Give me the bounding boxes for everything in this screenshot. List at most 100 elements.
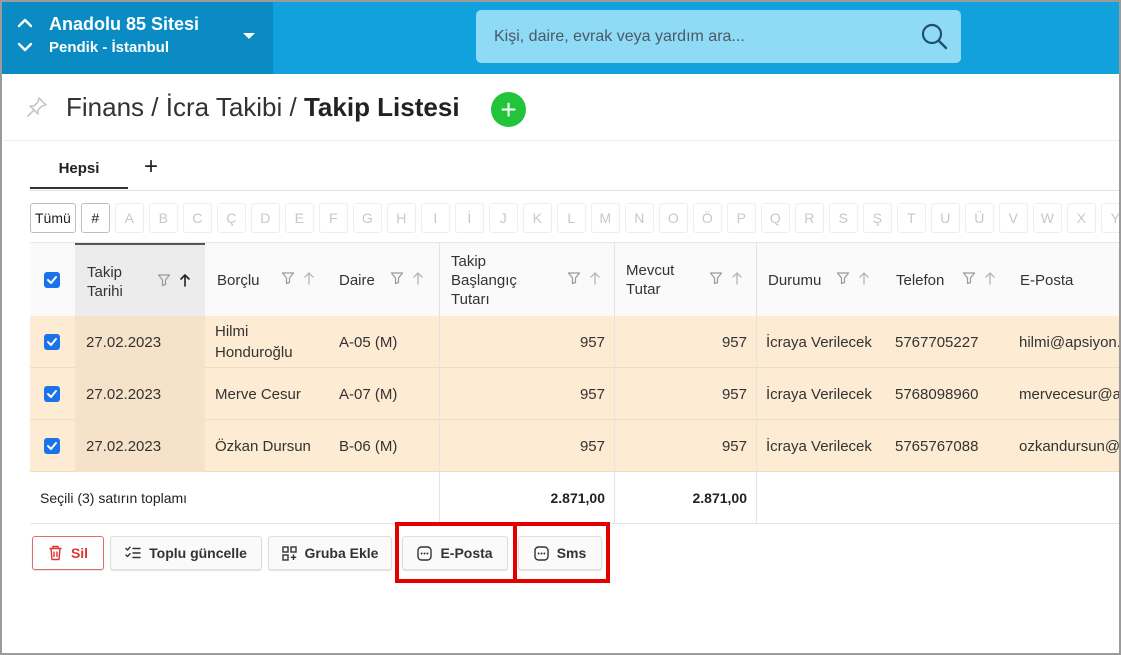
sort-asc-icon[interactable]: [179, 273, 191, 287]
filter-hash-button[interactable]: #: [80, 203, 110, 233]
filter-letter-button[interactable]: D: [250, 203, 280, 233]
group-add-icon: [281, 545, 297, 561]
filter-letter-button[interactable]: O: [658, 203, 688, 233]
cell-takip-tarihi: 27.02.2023: [86, 385, 162, 403]
column-borclu[interactable]: Borçlu: [205, 243, 327, 317]
sort-icon[interactable]: [412, 271, 424, 285]
sort-icon[interactable]: [858, 271, 870, 285]
filter-letter-button[interactable]: V: [998, 203, 1028, 233]
cell-daire[interactable]: A-07 (M): [339, 368, 434, 420]
sms-button[interactable]: Sms: [518, 536, 602, 570]
filter-letter-button[interactable]: Y: [1100, 203, 1119, 233]
filter-letter-button[interactable]: M: [590, 203, 620, 233]
cell-daire[interactable]: B-06 (M): [339, 420, 434, 472]
select-all-checkbox[interactable]: [44, 272, 60, 288]
sort-icon[interactable]: [984, 271, 996, 285]
filter-letter-button[interactable]: E: [284, 203, 314, 233]
breadcrumb-finans[interactable]: Finans: [66, 92, 144, 122]
filter-letter-button[interactable]: S: [828, 203, 858, 233]
filter-letter-button[interactable]: İ: [454, 203, 484, 233]
filter-letter-button[interactable]: A: [114, 203, 144, 233]
filter-letter-button[interactable]: W: [1032, 203, 1062, 233]
filter-letter-button[interactable]: K: [522, 203, 552, 233]
filter-icon[interactable]: [567, 271, 581, 285]
column-baslangic-tutari[interactable]: Takip Başlangıç Tutarı: [439, 243, 614, 317]
filter-letter-button[interactable]: N: [624, 203, 654, 233]
message-dots-icon: [417, 545, 433, 561]
column-telefon[interactable]: Telefon: [884, 243, 1008, 317]
column-mevcut-tutar[interactable]: Mevcut Tutar: [614, 243, 756, 317]
search-input[interactable]: [494, 10, 904, 63]
search-icon[interactable]: [920, 22, 948, 50]
filter-letter-button[interactable]: C: [182, 203, 212, 233]
sort-icon[interactable]: [589, 271, 601, 285]
cell-baslangic-tutari: 957: [579, 385, 605, 403]
email-label: E-Posta: [440, 545, 493, 561]
cell-telefon: 5765767088: [895, 437, 979, 455]
column-takip-tarihi[interactable]: Takip Tarihi: [75, 243, 205, 317]
table-row[interactable]: 27.02.2023 Merve Cesur A-07 (M) 957 957 …: [30, 368, 1119, 420]
column-eposta[interactable]: E-Posta: [1008, 243, 1119, 317]
row-checkbox[interactable]: [44, 386, 60, 402]
filter-icon[interactable]: [157, 273, 171, 287]
filter-letter-button[interactable]: B: [148, 203, 178, 233]
filter-icon[interactable]: [390, 271, 404, 285]
cell-eposta: ozkandursun@apsiyon.com: [1019, 437, 1119, 455]
cell-daire[interactable]: A-05 (M): [339, 316, 434, 368]
cell-borclu[interactable]: Merve Cesur: [215, 368, 325, 420]
divider: [4, 140, 1119, 141]
filter-letter-button[interactable]: F: [318, 203, 348, 233]
column-daire[interactable]: Daire: [327, 243, 439, 317]
letter-filter: Tümü # A B C Ç D E F G H I İ J K L M N O Ö P Q R S Ş T U Ü V W X Y: [30, 203, 1119, 233]
add-tab-button[interactable]: +: [140, 154, 162, 180]
filter-letter-button[interactable]: J: [488, 203, 518, 233]
filter-letter-button[interactable]: H: [386, 203, 416, 233]
check-icon: [47, 442, 57, 450]
cell-mevcut-tutar: 957: [721, 385, 747, 403]
filter-letter-button[interactable]: Q: [760, 203, 790, 233]
filter-letter-button[interactable]: Ö: [692, 203, 722, 233]
cell-borclu[interactable]: Özkan Dursun: [215, 420, 325, 472]
filter-letter-button[interactable]: P: [726, 203, 756, 233]
cell-borclu[interactable]: Hilmi Honduroğlu: [215, 316, 325, 368]
table-row[interactable]: 27.02.2023 Özkan Dursun B-06 (M) 957 957…: [30, 420, 1119, 472]
add-to-group-button[interactable]: Gruba Ekle: [268, 536, 392, 570]
add-button[interactable]: +: [491, 92, 526, 127]
filter-icon[interactable]: [962, 271, 976, 285]
filter-letter-button[interactable]: Ş: [862, 203, 892, 233]
bulk-update-button[interactable]: Toplu güncelle: [110, 536, 262, 570]
filter-letter-button[interactable]: R: [794, 203, 824, 233]
row-checkbox[interactable]: [44, 438, 60, 454]
caret-down-icon[interactable]: [242, 31, 256, 41]
filter-letter-button[interactable]: L: [556, 203, 586, 233]
email-button[interactable]: E-Posta: [402, 536, 508, 570]
breadcrumb-icra-takibi[interactable]: İcra Takibi: [166, 92, 283, 122]
pin-icon[interactable]: [26, 96, 48, 118]
chevron-up-icon[interactable]: [16, 16, 34, 30]
filter-all-button[interactable]: Tümü: [30, 203, 76, 233]
cell-takip-tarihi: 27.02.2023: [86, 437, 162, 455]
chevron-down-icon[interactable]: [16, 40, 34, 54]
site-switcher[interactable]: Anadolu 85 Sitesi Pendik - İstanbul: [2, 2, 273, 74]
sort-icon[interactable]: [731, 271, 743, 285]
column-divider: [756, 242, 757, 524]
filter-icon[interactable]: [281, 271, 295, 285]
filter-icon[interactable]: [709, 271, 723, 285]
delete-button[interactable]: Sil: [32, 536, 104, 570]
filter-letter-button[interactable]: G: [352, 203, 382, 233]
cell-baslangic-tutari: 957: [579, 437, 605, 455]
column-durumu[interactable]: Durumu: [756, 243, 884, 317]
row-checkbox[interactable]: [44, 334, 60, 350]
filter-letter-button[interactable]: Ç: [216, 203, 246, 233]
filter-letter-button[interactable]: U: [930, 203, 960, 233]
filter-letter-button[interactable]: T: [896, 203, 926, 233]
filter-letter-button[interactable]: X: [1066, 203, 1096, 233]
tab-hepsi[interactable]: Hepsi: [30, 152, 128, 189]
filter-icon[interactable]: [836, 271, 850, 285]
cell-durumu: İcraya Verilecek: [766, 385, 872, 403]
filter-letter-button[interactable]: Ü: [964, 203, 994, 233]
sort-icon[interactable]: [303, 271, 315, 285]
cell-eposta: hilmi@apsiyon.com: [1019, 333, 1119, 351]
filter-letter-button[interactable]: I: [420, 203, 450, 233]
table-row[interactable]: 27.02.2023 Hilmi Honduroğlu A-05 (M) 957…: [30, 316, 1119, 368]
